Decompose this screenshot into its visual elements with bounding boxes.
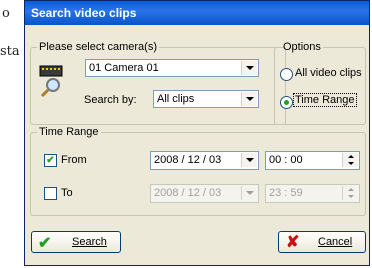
from-date-value: 2008 / 12 / 03 xyxy=(154,154,222,166)
spin-buttons-icon[interactable] xyxy=(342,186,358,200)
cancel-button-label: Cancel xyxy=(318,236,353,248)
options-group: Options xyxy=(274,41,366,125)
to-label[interactable]: To xyxy=(61,187,73,199)
search-video-clips-dialog: Search video clips Please select camera(… xyxy=(24,0,370,266)
search-by-select[interactable]: All clips xyxy=(153,90,259,108)
to-date-picker[interactable]: 2008 / 12 / 03 xyxy=(150,184,259,203)
camera-select[interactable]: 01 Camera 01 xyxy=(85,59,259,77)
time-range-group-legend: Time Range xyxy=(39,126,99,138)
chevron-down-icon[interactable] xyxy=(241,92,257,106)
background-text-mid: sta xyxy=(0,44,20,59)
to-date-value: 2008 / 12 / 03 xyxy=(154,187,222,199)
to-checkbox[interactable] xyxy=(44,187,57,200)
camera-group: Please select camera(s) xyxy=(30,41,286,125)
all-video-clips-label[interactable]: All video clips xyxy=(295,67,362,79)
chevron-down-icon[interactable] xyxy=(241,61,257,75)
camera-group-legend: Please select camera(s) xyxy=(39,41,157,53)
chevron-down-icon[interactable] xyxy=(241,153,257,167)
to-time-picker[interactable]: 23 : 59 xyxy=(265,184,360,203)
background-text-top: o xyxy=(2,6,10,21)
dialog-title[interactable]: Search video clips xyxy=(25,1,369,25)
search-button[interactable]: ✔ Search xyxy=(31,231,121,253)
camera-search-icon xyxy=(39,64,65,98)
search-by-label: Search by: xyxy=(84,94,137,106)
checkmark-icon: ✔ xyxy=(38,235,52,252)
all-video-clips-radio[interactable] xyxy=(280,68,293,81)
time-range-option-label[interactable]: Time Range xyxy=(293,93,357,107)
from-time-value: 00 : 00 xyxy=(269,154,303,166)
time-range-radio[interactable] xyxy=(280,96,293,109)
from-date-picker[interactable]: 2008 / 12 / 03 xyxy=(150,151,259,170)
spin-buttons-icon[interactable] xyxy=(342,153,358,167)
from-label[interactable]: From xyxy=(61,154,87,166)
from-time-picker[interactable]: 00 : 00 xyxy=(265,151,360,170)
options-group-legend: Options xyxy=(283,41,321,53)
search-button-label: Search xyxy=(72,236,107,248)
cancel-button[interactable]: ✘ Cancel xyxy=(278,231,366,253)
cancel-icon: ✘ xyxy=(286,234,300,251)
from-checkbox[interactable]: ✔ xyxy=(44,154,57,167)
search-by-value: All clips xyxy=(157,93,195,105)
camera-select-value: 01 Camera 01 xyxy=(89,62,159,74)
to-time-value: 23 : 59 xyxy=(269,187,303,199)
chevron-down-icon[interactable] xyxy=(241,186,257,200)
